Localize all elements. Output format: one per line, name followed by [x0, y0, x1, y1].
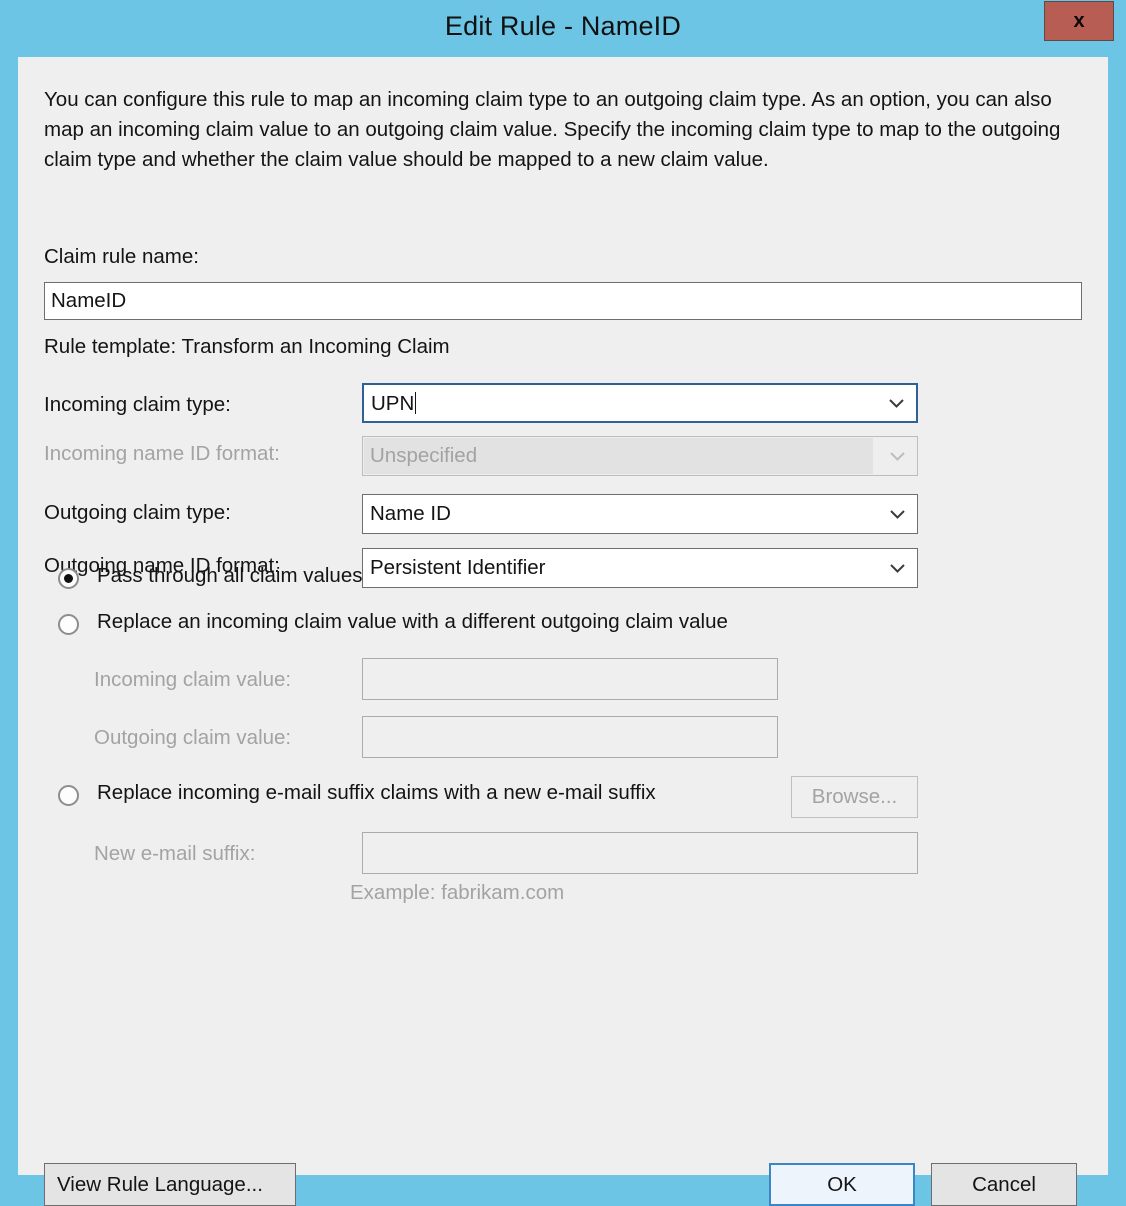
radio-dot: [64, 574, 73, 583]
cancel-button[interactable]: Cancel: [931, 1163, 1077, 1206]
chevron-down-icon[interactable]: [889, 399, 904, 408]
text-caret: [415, 392, 417, 414]
browse-button: Browse...: [791, 776, 918, 818]
radio-pass-through-label: Pass through all claim values: [97, 564, 363, 587]
dialog-description: You can configure this rule to map an in…: [44, 88, 1061, 171]
outgoing-name-id-format-value: Persistent Identifier: [370, 556, 546, 579]
outgoing-claim-type-label: Outgoing claim type:: [44, 501, 231, 524]
dialog-body: You can configure this rule to map an in…: [18, 57, 1108, 1206]
incoming-claim-type-value: UPN: [371, 392, 417, 415]
radio-button-unselected[interactable]: [58, 614, 79, 635]
incoming-claim-value-input: [362, 658, 778, 700]
rule-template-label: Rule template: Transform an Incoming Cla…: [44, 335, 450, 358]
radio-replace-email-suffix-label: Replace incoming e-mail suffix claims wi…: [97, 781, 656, 804]
new-email-suffix-input: [362, 832, 918, 874]
new-email-suffix-label: New e-mail suffix:: [94, 842, 256, 865]
email-suffix-example-hint: Example: fabrikam.com: [350, 881, 565, 904]
titlebar: Edit Rule - NameID x: [0, 0, 1126, 57]
ok-button[interactable]: OK: [769, 1163, 915, 1206]
incoming-name-id-format-value: Unspecified: [364, 438, 873, 474]
incoming-claim-value-label: Incoming claim value:: [94, 668, 292, 691]
outgoing-claim-value-label: Outgoing claim value:: [94, 726, 292, 749]
radio-button-selected[interactable]: [58, 568, 79, 589]
radio-button-unselected[interactable]: [58, 785, 79, 806]
claim-rule-name-input[interactable]: [44, 282, 1082, 320]
chevron-down-icon[interactable]: [890, 564, 905, 573]
outgoing-name-id-format-combo[interactable]: Persistent Identifier: [362, 548, 918, 588]
window-title: Edit Rule - NameID: [444, 11, 682, 41]
chevron-down-icon[interactable]: [890, 510, 905, 519]
view-rule-language-button[interactable]: View Rule Language...: [44, 1163, 296, 1206]
outgoing-claim-type-value: Name ID: [370, 502, 451, 525]
edit-rule-dialog: Edit Rule - NameID x You can configure t…: [0, 0, 1126, 1206]
incoming-name-id-format-combo: Unspecified: [362, 436, 918, 476]
incoming-name-id-format-label: Incoming name ID format:: [44, 442, 280, 465]
incoming-claim-type-combo[interactable]: UPN: [362, 383, 918, 423]
radio-replace-claim-value-label: Replace an incoming claim value with a d…: [97, 610, 728, 633]
close-icon[interactable]: x: [1044, 1, 1114, 41]
outgoing-claim-value-input: [362, 716, 778, 758]
outgoing-claim-type-combo[interactable]: Name ID: [362, 494, 918, 534]
claim-rule-name-label: Claim rule name:: [44, 245, 199, 268]
incoming-claim-type-label: Incoming claim type:: [44, 393, 231, 416]
chevron-down-icon: [890, 452, 905, 461]
